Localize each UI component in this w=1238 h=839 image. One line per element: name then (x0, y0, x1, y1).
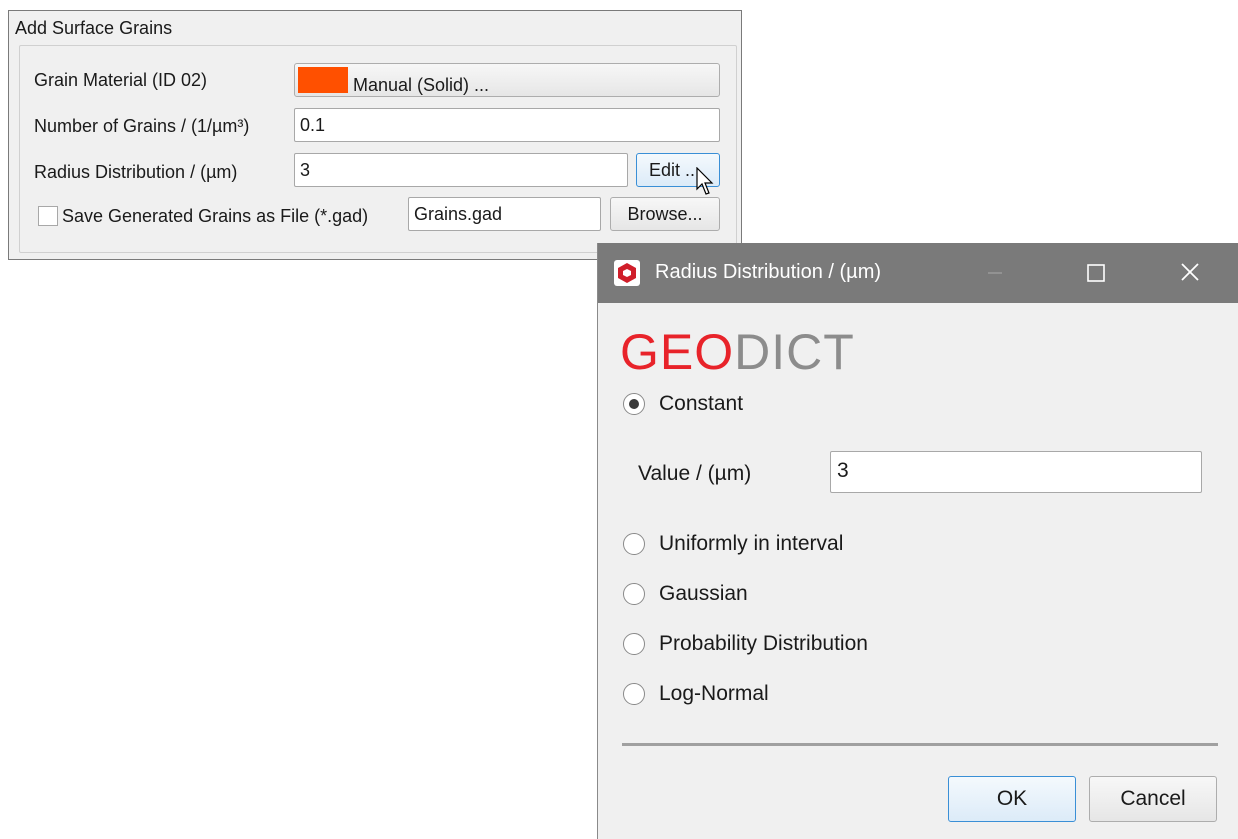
radio-gaussian[interactable] (623, 583, 645, 605)
add-surface-grains-panel: Add Surface Grains Grain Material (ID 02… (8, 10, 742, 260)
radio-constant-label: Constant (659, 392, 744, 415)
ok-button[interactable]: OK (948, 776, 1076, 822)
grain-material-label: Grain Material (ID 02) (34, 70, 208, 90)
radius-distribution-input[interactable]: 3 (294, 153, 628, 187)
number-of-grains-label: Number of Grains / (1/µm³) (34, 116, 250, 136)
minimize-icon[interactable] (978, 257, 1012, 289)
number-of-grains-input[interactable]: 0.1 (294, 108, 720, 142)
edit-button-label: Edit ... (649, 160, 701, 180)
logo-dict: DICT (734, 324, 855, 380)
radio-uniform-label: Uniformly in interval (659, 532, 844, 555)
mouse-cursor-icon (696, 167, 714, 195)
save-grains-checkbox[interactable] (38, 206, 58, 226)
cancel-button[interactable]: Cancel (1089, 776, 1217, 822)
radio-uniform[interactable] (623, 533, 645, 555)
grain-material-button[interactable]: Manual (Solid) ... (294, 63, 720, 97)
radio-probability-distribution[interactable] (623, 633, 645, 655)
radius-distribution-label: Radius Distribution / (µm) (34, 162, 238, 182)
dialog-titlebar[interactable]: Radius Distribution / (µm) (598, 243, 1238, 303)
radio-selected-dot (629, 399, 639, 409)
browse-button-label: Browse... (627, 204, 703, 224)
radio-log-normal-label: Log-Normal (659, 682, 769, 705)
maximize-icon[interactable] (1079, 257, 1113, 289)
value-input[interactable]: 3 (830, 451, 1202, 493)
geodict-app-icon (614, 260, 640, 286)
radio-probability-distribution-label: Probability Distribution (659, 632, 868, 655)
save-grains-label: Save Generated Grains as File (*.gad) (62, 206, 369, 226)
radio-gaussian-label: Gaussian (659, 582, 748, 605)
radio-log-normal[interactable] (623, 683, 645, 705)
ok-button-label: OK (996, 787, 1028, 810)
close-icon[interactable] (1173, 257, 1207, 289)
dialog-title: Radius Distribution / (µm) (655, 261, 882, 283)
logo-geo: GEO (620, 324, 735, 380)
geodict-logo: GEODICT (620, 327, 855, 377)
settings-group: Grain Material (ID 02) Manual (Solid) ..… (19, 45, 737, 253)
separator (622, 743, 1218, 746)
file-name-input[interactable]: Grains.gad (408, 197, 601, 231)
cancel-button-label: Cancel (1120, 787, 1186, 810)
material-color-swatch (298, 67, 348, 93)
radius-distribution-dialog: Radius Distribution / (µm) GEODICT Const… (597, 243, 1238, 839)
panel-title: Add Surface Grains (15, 18, 173, 38)
material-value: Manual (Solid) ... (353, 75, 490, 95)
value-label: Value / (µm) (638, 462, 752, 485)
radio-constant[interactable] (623, 393, 645, 415)
browse-button[interactable]: Browse... (610, 197, 720, 231)
